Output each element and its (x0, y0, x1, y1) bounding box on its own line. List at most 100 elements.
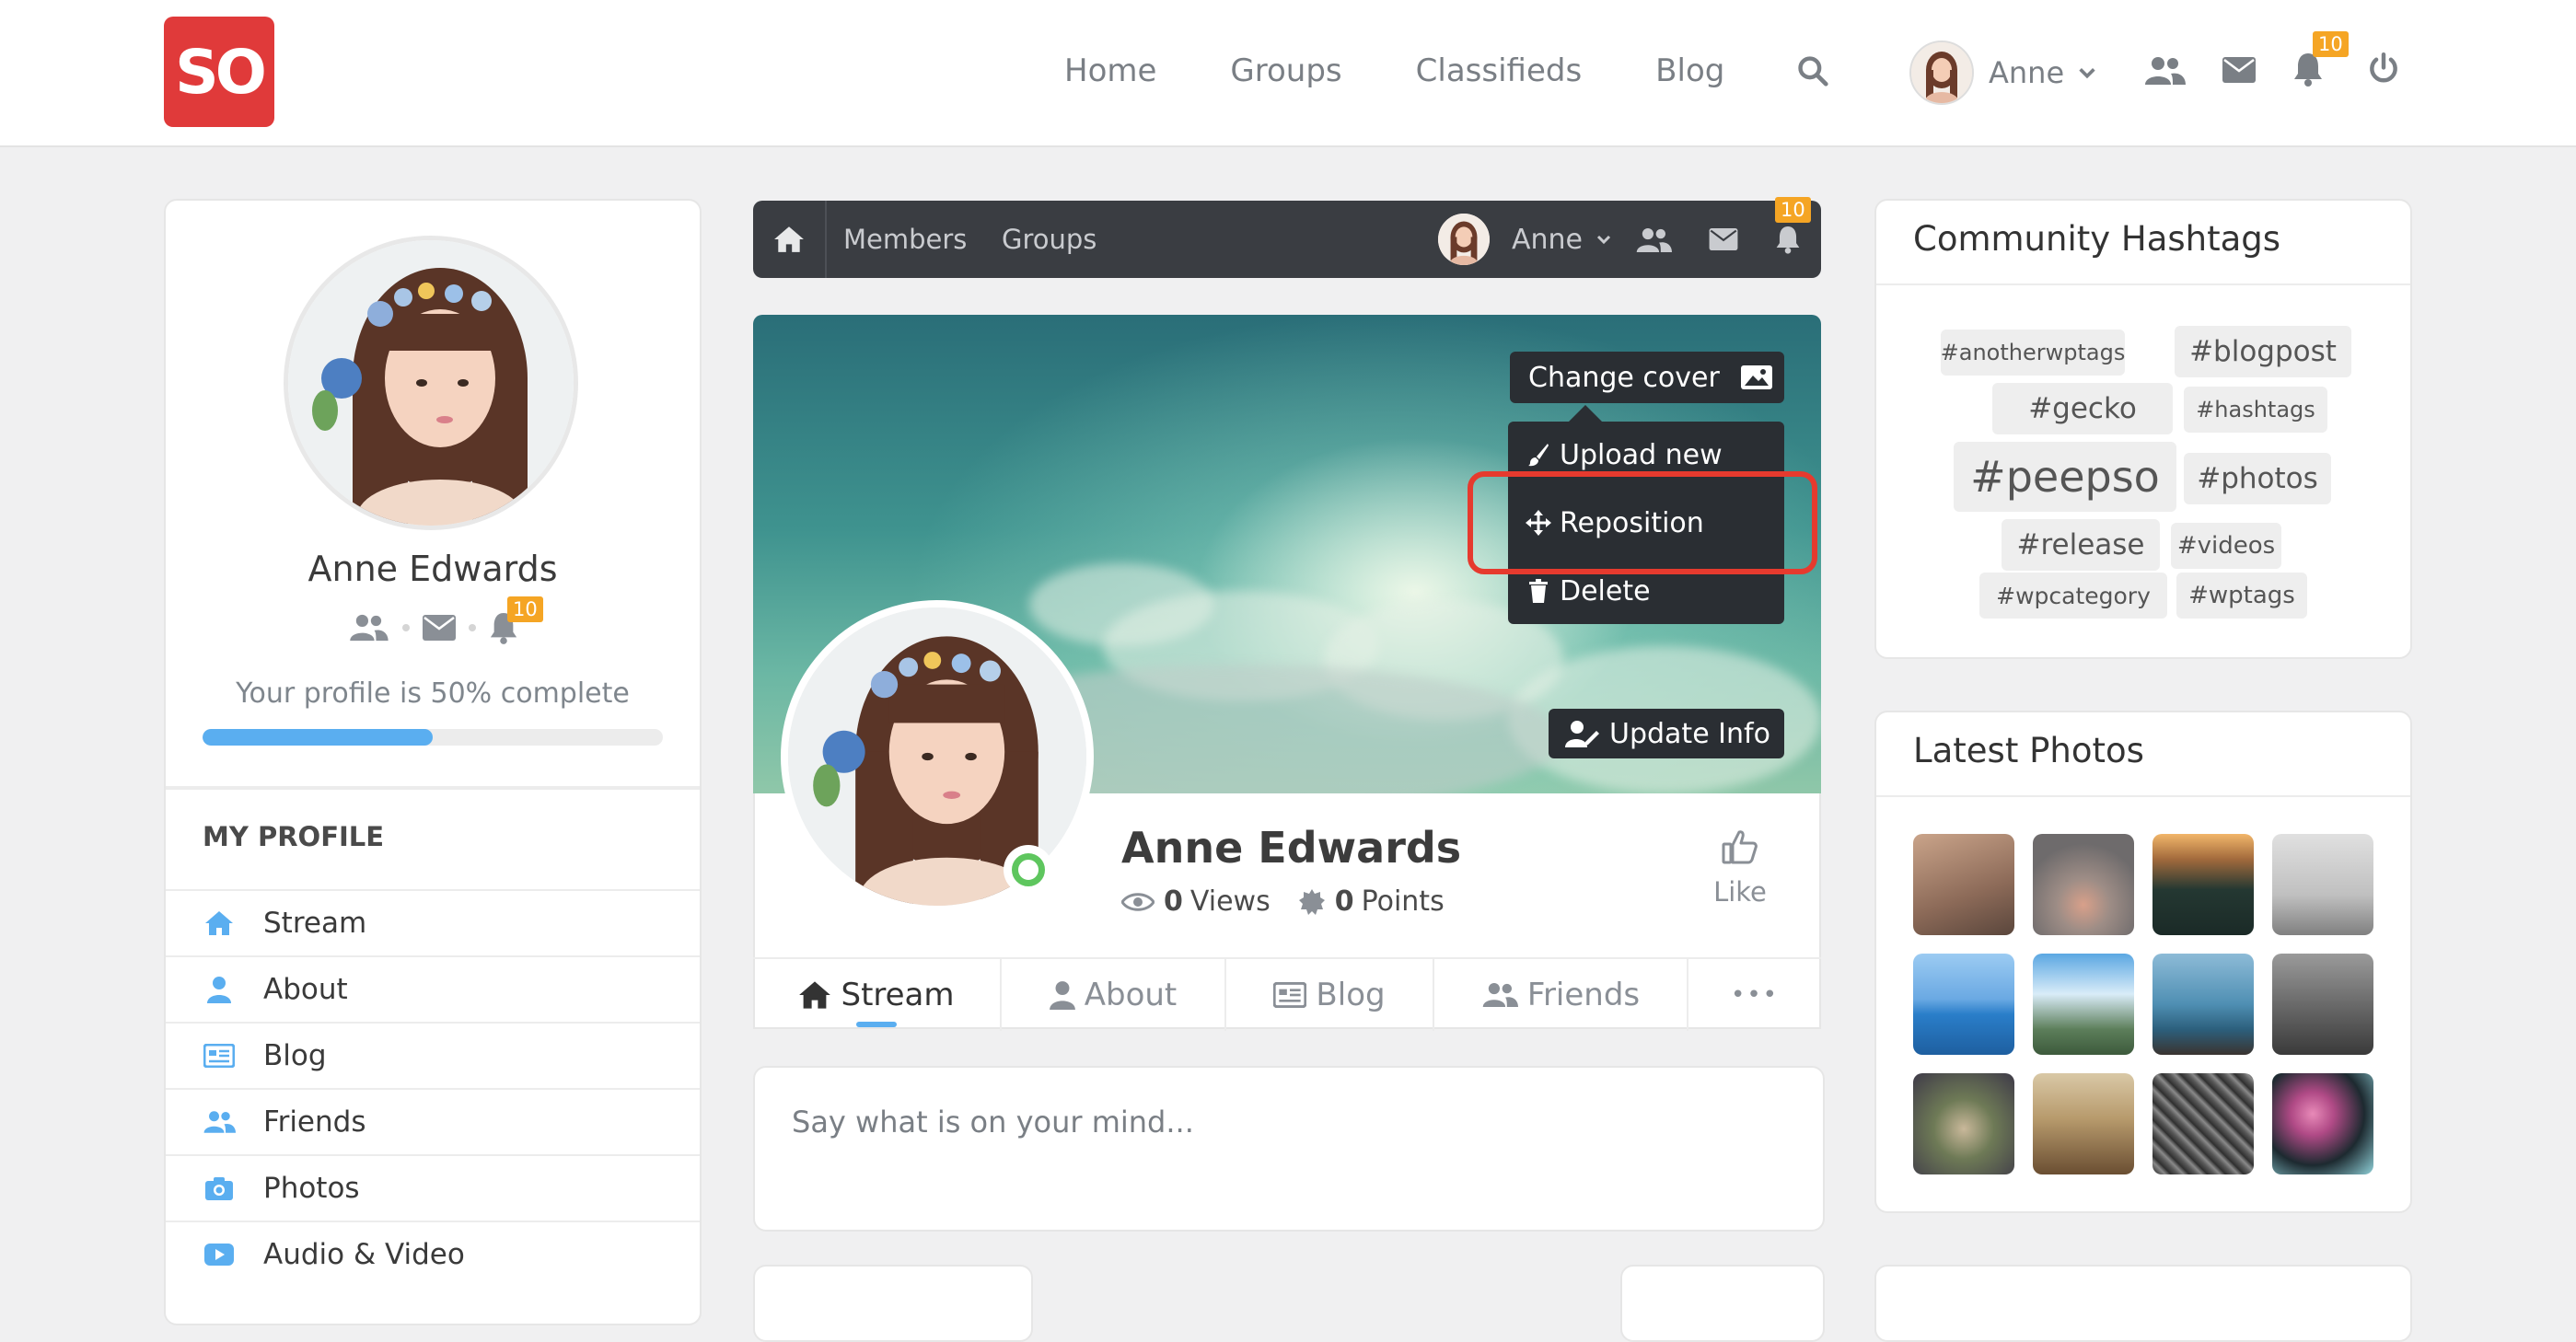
tab-about[interactable]: About (1002, 959, 1226, 1031)
latest-photos-widget: Latest Photos (1874, 711, 2412, 1213)
photo-thumbnail[interactable] (2272, 834, 2373, 935)
post-input[interactable]: Say what is on your mind... (792, 1105, 1194, 1140)
sidebar-profile-name[interactable]: Anne Edwards (166, 549, 700, 589)
hashtag-tag[interactable]: #photos (2184, 453, 2331, 504)
hashtag-tag[interactable]: #videos (2171, 523, 2281, 569)
friends-icon[interactable] (1635, 226, 1672, 254)
sidebar-item-stream[interactable]: Stream (166, 889, 700, 955)
home-icon[interactable] (753, 201, 827, 278)
photo-thumbnail[interactable] (1913, 834, 2014, 935)
notification-bell-icon[interactable]: 10 (2292, 31, 2349, 87)
subnav-groups[interactable]: Groups (1002, 201, 1097, 278)
tab-more[interactable]: ••• (1688, 959, 1821, 1031)
hashtag-tag[interactable]: #blogpost (2175, 326, 2351, 377)
home-icon (798, 980, 831, 1010)
photo-thumbnail[interactable] (2272, 1073, 2373, 1174)
subnav-user-menu[interactable]: Anne (1438, 214, 1612, 265)
sidebar-item-friends[interactable]: Friends (166, 1088, 700, 1154)
tab-blog[interactable]: Blog (1226, 959, 1434, 1031)
sidebar-item-about[interactable]: About (166, 955, 700, 1022)
sidebar-item-label: Photos (263, 1172, 360, 1205)
brush-icon (1525, 443, 1552, 467)
hashtag-tag[interactable]: #release (2002, 519, 2160, 571)
profile-sidebar: Anne Edwards 10 Your profile is 50% comp… (164, 199, 702, 1325)
friends-icon[interactable] (2143, 55, 2186, 87)
photo-thumbnail[interactable] (2272, 954, 2373, 1055)
change-cover-label: Change cover (1528, 361, 1720, 394)
user-icon (203, 973, 236, 1006)
mail-icon[interactable] (1709, 228, 1738, 250)
post-filter-stub[interactable] (1620, 1265, 1825, 1342)
friends-icon (203, 1105, 236, 1139)
user-menu[interactable]: Anne (1909, 40, 2097, 105)
notification-bell-icon[interactable]: 10 (489, 596, 543, 644)
photo-thumbnail[interactable] (2033, 834, 2134, 935)
friends-icon (1481, 981, 1518, 1009)
more-dots-icon: ••• (1730, 981, 1779, 1009)
sidebar-item-photos[interactable]: Photos (166, 1154, 700, 1221)
hashtag-tag[interactable]: #anotherwptags (1941, 330, 2125, 376)
post-filter-stub[interactable] (753, 1265, 1033, 1342)
subnav-members[interactable]: Members (843, 201, 967, 278)
profile-progress-bar (203, 729, 663, 746)
video-icon (203, 1238, 236, 1271)
thumbs-up-icon (1694, 828, 1786, 865)
separator-dot (469, 624, 476, 631)
photo-thumbnail[interactable] (2152, 954, 2254, 1055)
main-nav: Home Groups Classifieds Blog (1064, 0, 1798, 142)
photo-thumbnail[interactable] (1913, 954, 2014, 1055)
nav-blog[interactable]: Blog (1655, 52, 1724, 89)
widget-title: Latest Photos (1913, 731, 2144, 770)
my-profile-heading: MY PROFILE (203, 821, 385, 852)
search-icon[interactable] (1795, 53, 1830, 88)
avatar (1909, 40, 1974, 105)
notification-bell-icon[interactable]: 10 (1775, 197, 1811, 254)
blog-icon (1273, 982, 1307, 1008)
sidebar-item-audio-video[interactable]: Audio & Video (166, 1221, 700, 1287)
friends-icon[interactable] (347, 613, 389, 642)
widget-stub (1874, 1265, 2412, 1342)
nav-home[interactable]: Home (1064, 52, 1156, 89)
photo-thumbnail[interactable] (2033, 954, 2134, 1055)
tab-label: Stream (841, 977, 955, 1013)
photo-thumbnail[interactable] (2152, 834, 2254, 935)
online-status-indicator (1004, 845, 1053, 895)
photo-thumbnail[interactable] (2033, 1073, 2134, 1174)
user-name: Anne (1989, 55, 2065, 90)
sidebar-item-label: Audio & Video (263, 1238, 465, 1271)
mail-icon[interactable] (423, 615, 456, 641)
mail-icon[interactable] (2222, 57, 2256, 83)
sidebar-item-blog[interactable]: Blog (166, 1022, 700, 1088)
points-count: 0 (1334, 885, 1354, 918)
top-header: SO Home Groups Classifieds Blog Anne 10 (0, 0, 2576, 147)
tab-stream[interactable]: Stream (753, 959, 1002, 1031)
site-logo[interactable]: SO (164, 17, 274, 127)
nav-classifieds[interactable]: Classifieds (1416, 52, 1583, 89)
sidebar-quick-icons: 10 (166, 596, 700, 644)
power-icon[interactable] (2366, 52, 2401, 87)
community-hashtags-widget: Community Hashtags #anotherwptags #blogp… (1874, 199, 2412, 659)
tab-friends[interactable]: Friends (1434, 959, 1688, 1031)
profile-avatar[interactable] (284, 236, 578, 530)
tab-label: Friends (1526, 977, 1641, 1013)
user-edit-icon (1565, 720, 1600, 747)
nav-groups[interactable]: Groups (1230, 52, 1341, 89)
hashtag-tag[interactable]: #gecko (1992, 383, 2173, 434)
sidebar-item-label: Friends (263, 1105, 366, 1139)
hashtag-tag[interactable]: #wpcategory (1979, 573, 2167, 619)
sidebar-item-label: About (263, 973, 348, 1006)
change-cover-button[interactable]: Change cover (1510, 352, 1784, 403)
sidebar-item-label: Blog (263, 1039, 327, 1072)
photo-thumbnail[interactable] (1913, 1073, 2014, 1174)
post-composer[interactable]: Say what is on your mind... (753, 1066, 1825, 1232)
profile-progress-fill (203, 729, 433, 746)
update-info-button[interactable]: Update Info (1549, 709, 1784, 758)
points-label: Points (1361, 885, 1445, 918)
sidebar-item-label: Stream (263, 907, 367, 940)
hashtag-tag[interactable]: #wptags (2176, 573, 2307, 619)
hashtag-tag[interactable]: #hashtags (2184, 387, 2327, 433)
views-count: 0 (1164, 885, 1183, 918)
hashtag-tag[interactable]: #peepso (1954, 442, 2176, 512)
like-button[interactable]: Like (1694, 828, 1786, 908)
photo-thumbnail[interactable] (2152, 1073, 2254, 1174)
